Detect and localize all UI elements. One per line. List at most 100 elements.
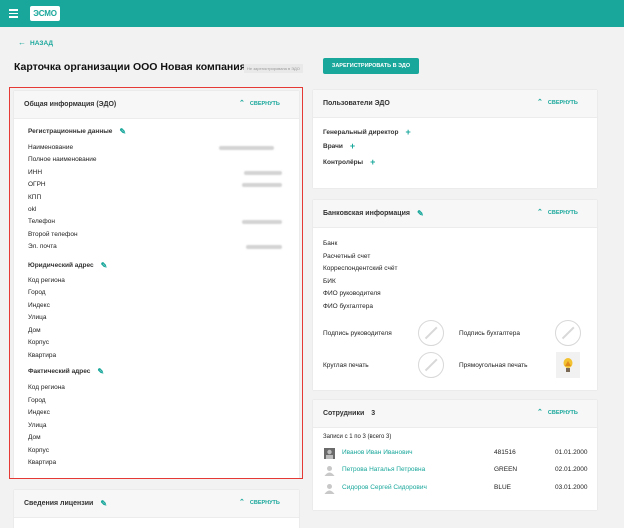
card-title: Банковская информация ✎ xyxy=(323,209,424,218)
collapse-label: СВЕРНУТЬ xyxy=(547,100,578,106)
pencil-icon[interactable]: ✎ xyxy=(417,209,424,218)
blurred-value xyxy=(242,220,282,224)
chevron-up-icon: ⌃ xyxy=(537,99,543,106)
field-label: Полное наименование xyxy=(28,156,97,163)
pencil-icon[interactable]: ✎ xyxy=(100,499,107,508)
blurred-value xyxy=(244,171,282,175)
accountant-signature-placeholder-icon[interactable] xyxy=(555,320,581,346)
add-icon[interactable]: + xyxy=(406,127,411,137)
bulb-icon xyxy=(563,358,573,372)
field-label: Код региона xyxy=(28,277,65,284)
license-card: Сведения лицензии ✎ ⌃ СВЕРНУТЬ xyxy=(14,490,299,528)
table-row[interactable]: Петрова Наталья Петровна GREEN 02.01.200… xyxy=(313,463,601,479)
app-logo[interactable]: ЭСМО xyxy=(30,6,60,21)
employee-name-link[interactable]: Сидоров Сергей Сидорович xyxy=(342,484,427,491)
register-edo-button[interactable]: ЗАРЕГИСТРИРОВАТЬ В ЭДО xyxy=(323,58,419,74)
field-label: Телефон xyxy=(28,218,55,225)
field-label: ФИО руководителя xyxy=(323,290,381,297)
rect-stamp-label: Прямоугольная печать xyxy=(459,362,528,369)
collapse-button[interactable]: ⌃ СВЕРНУТЬ xyxy=(537,409,578,416)
employee-code: GREEN xyxy=(494,466,518,473)
field-label: Улица xyxy=(28,314,47,321)
back-link[interactable]: ← НАЗАД xyxy=(18,39,53,47)
field-label: Корпус xyxy=(28,447,49,454)
collapse-button[interactable]: ⌃ СВЕРНУТЬ xyxy=(537,99,578,106)
menu-icon[interactable] xyxy=(9,9,18,18)
chevron-up-icon: ⌃ xyxy=(239,499,245,506)
avatar xyxy=(324,448,335,459)
employee-code: 481516 xyxy=(494,449,516,456)
employee-date: 02.01.2000 xyxy=(555,466,588,473)
field-label: Наименование xyxy=(28,144,74,151)
bank-info-card: Банковская информация ✎ ⌃ СВЕРНУТЬ Банк … xyxy=(313,200,597,390)
table-row[interactable]: Иванов Иван Иванович 481516 01.01.2000 xyxy=(313,446,601,462)
back-label: НАЗАД xyxy=(30,39,54,47)
collapse-label: СВЕРНУТЬ xyxy=(547,410,578,416)
section-label: Юридический адрес xyxy=(28,262,94,269)
add-icon[interactable]: + xyxy=(370,157,375,167)
field-label: БИК xyxy=(323,278,336,285)
field-label: Индекс xyxy=(28,302,50,309)
blurred-value xyxy=(246,245,282,249)
chevron-up-icon: ⌃ xyxy=(537,409,543,416)
pencil-icon[interactable]: ✎ xyxy=(101,261,108,270)
chevron-up-icon: ⌃ xyxy=(537,209,543,216)
field-label: Дом xyxy=(28,434,41,441)
director-signature-placeholder-icon[interactable] xyxy=(418,320,444,346)
field-label: Второй телефон xyxy=(28,231,78,238)
blurred-value xyxy=(242,183,282,187)
field-label: Корпус xyxy=(28,339,49,346)
field-label: Индекс xyxy=(28,409,50,416)
role-label: Контролёры xyxy=(323,158,364,166)
collapse-button[interactable]: ⌃ СВЕРНУТЬ xyxy=(239,499,280,506)
field-label: Улица xyxy=(28,422,47,429)
pencil-icon[interactable]: ✎ xyxy=(119,127,126,136)
field-label: Дом xyxy=(28,327,41,334)
field-label: Корреспондентский счёт xyxy=(323,265,398,272)
card-header: Общая информация (ЭДО) ⌃ СВЕРНУТЬ xyxy=(14,91,299,119)
accountant-signature-label: Подпись бухгалтера xyxy=(459,330,520,337)
collapse-button[interactable]: ⌃ СВЕРНУТЬ xyxy=(537,209,578,216)
person-icon xyxy=(324,466,335,476)
director-signature-label: Подпись руководителя xyxy=(323,330,392,337)
pencil-icon[interactable]: ✎ xyxy=(97,367,104,376)
blurred-value xyxy=(219,146,274,150)
add-icon[interactable]: + xyxy=(350,141,355,151)
section-label: Регистрационные данные xyxy=(28,128,113,135)
role-doctors: Врачи + xyxy=(323,141,355,151)
role-label: Врачи xyxy=(323,142,343,150)
employee-date: 01.01.2000 xyxy=(555,449,588,456)
records-info: Записи с 1 по 3 (всего 3) xyxy=(323,434,392,440)
round-stamp-placeholder-icon[interactable] xyxy=(418,352,444,378)
field-label: Расчетный счет xyxy=(323,253,371,260)
card-title: Сведения лицензии ✎ xyxy=(24,499,107,508)
card-title-label: Сведения лицензии xyxy=(24,500,94,507)
employees-card: Сотрудники 3 ⌃ СВЕРНУТЬ Записи с 1 по 3 … xyxy=(313,400,597,510)
role-label: Генеральный директор xyxy=(323,128,399,136)
page-title: Карточка организации ООО Новая компания xyxy=(14,61,246,73)
table-row[interactable]: Сидоров Сергей Сидорович BLUE 03.01.2000 xyxy=(313,481,601,497)
actual-address-section-title: Фактический адрес ✎ xyxy=(28,367,104,376)
round-stamp-label: Круглая печать xyxy=(323,362,369,369)
collapse-label: СВЕРНУТЬ xyxy=(547,210,578,216)
field-label: okl xyxy=(28,206,37,213)
chevron-up-icon: ⌃ xyxy=(239,100,245,107)
collapse-label: СВЕРНУТЬ xyxy=(249,101,280,107)
card-title-label: Сотрудники xyxy=(323,410,365,417)
employee-name-link[interactable]: Иванов Иван Иванович xyxy=(342,449,413,456)
person-icon xyxy=(324,484,335,494)
legal-address-section-title: Юридический адрес ✎ xyxy=(28,261,107,270)
field-label: Банк xyxy=(323,240,338,247)
employee-name-link[interactable]: Петрова Наталья Петровна xyxy=(342,466,425,473)
card-title: Сотрудники 3 xyxy=(323,410,375,417)
edo-users-card: Пользователи ЭДО ⌃ СВЕРНУТЬ Генеральный … xyxy=(313,90,597,188)
field-label: ФИО бухгалтера xyxy=(323,303,373,310)
role-controllers: Контролёры + xyxy=(323,157,375,167)
collapse-label: СВЕРНУТЬ xyxy=(249,500,280,506)
status-badge: Не зарегистрирована в ЭДО xyxy=(244,64,303,73)
field-label: Город xyxy=(28,397,46,404)
field-label: КПП xyxy=(28,194,42,201)
rect-stamp-image[interactable] xyxy=(556,352,580,378)
card-title: Общая информация (ЭДО) xyxy=(24,101,117,108)
collapse-button[interactable]: ⌃ СВЕРНУТЬ xyxy=(239,100,280,107)
